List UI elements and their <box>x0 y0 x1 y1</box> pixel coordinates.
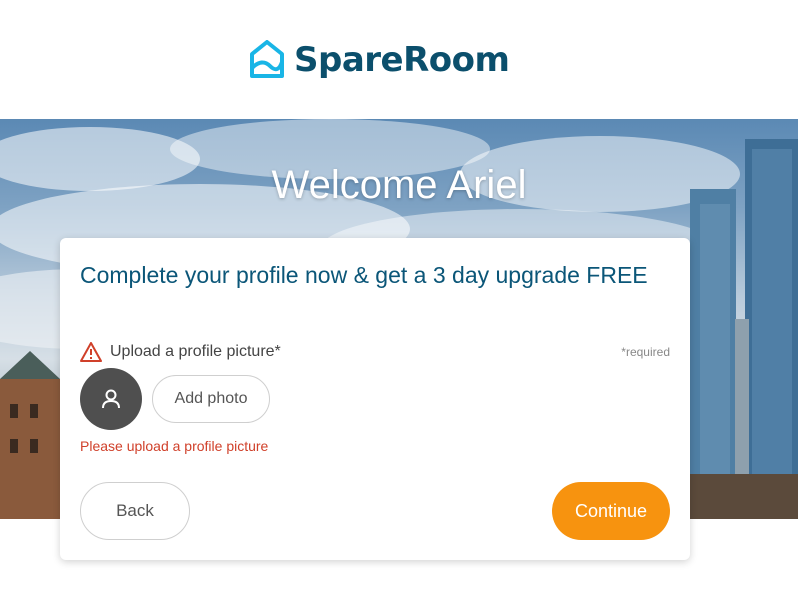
spareroom-logo[interactable]: SpareRoom <box>250 38 510 82</box>
logo-text: SpareRoom <box>294 40 510 80</box>
upload-row: Upload a profile picture* <box>80 340 670 364</box>
warning-triangle-icon <box>80 342 102 362</box>
back-button[interactable]: Back <box>80 482 190 540</box>
profile-card: Complete your profile now & get a 3 day … <box>60 238 690 560</box>
upload-label: Upload a profile picture* <box>110 343 281 360</box>
house-icon <box>250 40 284 78</box>
avatar[interactable] <box>80 368 142 430</box>
header: SpareRoom <box>0 0 798 119</box>
card-title: Complete your profile now & get a 3 day … <box>80 262 648 288</box>
add-photo-button[interactable]: Add photo <box>152 375 270 423</box>
error-message: Please upload a profile picture <box>80 438 269 454</box>
welcome-heading: Welcome Ariel <box>271 163 527 207</box>
continue-button[interactable]: Continue <box>552 482 670 540</box>
person-icon <box>102 389 120 409</box>
required-note: *required <box>621 345 670 359</box>
